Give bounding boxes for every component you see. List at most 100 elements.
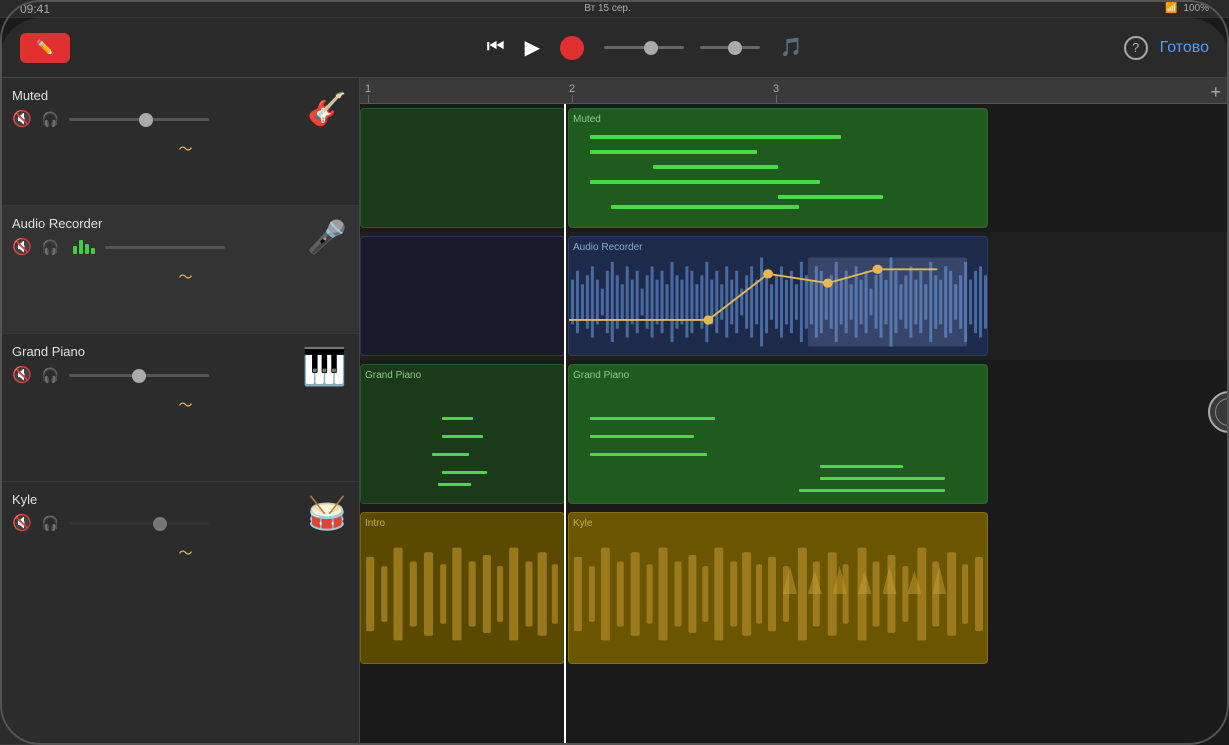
volume-slider-muted[interactable] (69, 118, 209, 121)
volume-slider-kyle[interactable] (69, 522, 209, 525)
sidebar: Muted 🔇 🎧 🎸 〜 (0, 78, 360, 745)
gp-segment-2[interactable]: Grand Piano (568, 364, 988, 504)
record-button[interactable] (560, 36, 584, 60)
guitar-icon: 🎸 (307, 91, 347, 127)
mode-button[interactable]: ✏️ (20, 33, 70, 63)
track-audio-controls: 🔇 🎧 (12, 237, 347, 257)
gp-midi-notes-1 (361, 381, 564, 501)
wifi-icon: 📶 (1165, 3, 1177, 14)
audio-recorder-lane: Audio Recorder (360, 232, 1229, 360)
help-button[interactable]: ? (1124, 36, 1148, 60)
status-indicators: 📶 100% (1165, 3, 1209, 14)
main-content: Muted 🔇 🎧 🎸 〜 (0, 78, 1229, 745)
gp-note-9 (820, 465, 904, 468)
midi-note-3 (653, 165, 778, 169)
volume-slider-piano[interactable] (69, 374, 209, 377)
headphone-button-audio[interactable]: 🎧 (42, 239, 59, 256)
kyle-waveform-1 (361, 529, 564, 659)
date-display: Вт 15 сер. (584, 3, 631, 14)
automation-btn-muted[interactable]: 〜 (0, 135, 359, 165)
eq-bars-audio (73, 240, 95, 254)
vol-track-muted (69, 118, 209, 121)
drums-icon: 🥁 (307, 495, 347, 531)
gp-note-4 (442, 471, 487, 474)
play-button[interactable]: ▶ (525, 35, 540, 60)
ruler-marker-1: 1 (365, 83, 371, 95)
gp-segment-1[interactable]: Grand Piano (360, 364, 565, 504)
vol-track-audio[interactable] (105, 246, 225, 249)
midi-note-4 (590, 180, 820, 184)
tempo-control[interactable] (604, 46, 760, 49)
gp-note-6 (590, 417, 715, 420)
eq-bar-2 (79, 240, 83, 254)
muted-segment-1[interactable] (360, 108, 565, 228)
midi-note-2 (590, 150, 757, 154)
track-piano-instrument[interactable]: 🎹 (302, 346, 347, 388)
piano-icon: 🎹 (302, 346, 347, 387)
headphone-button-muted[interactable]: 🎧 (42, 111, 59, 128)
gp-midi-notes-2 (569, 381, 987, 501)
midi-note-6 (611, 205, 799, 209)
midi-note-1 (590, 135, 841, 139)
ruler-tick-2 (572, 95, 573, 103)
track-muted: Muted 🔇 🎧 🎸 〜 (0, 78, 359, 206)
kyle-waveform-2 (569, 529, 987, 659)
kyle-segment-1[interactable]: Intro (360, 512, 565, 664)
microphone-icon: 🎤 (307, 219, 347, 255)
automation-icon-kyle: 〜 (179, 543, 193, 563)
done-button[interactable]: Готово (1160, 39, 1209, 57)
mute-button-audio[interactable]: 🔇 (12, 237, 32, 257)
track-piano-name: Grand Piano (12, 344, 347, 359)
ruler-content: 1 2 3 (360, 78, 1229, 103)
tracks-scroll: Muted Audio Re (360, 104, 1229, 745)
toolbar-left: ✏️ (20, 33, 200, 63)
kyle-segment-2[interactable]: Kyle (568, 512, 988, 664)
transport-controls: ⏮ ▶ 🎵 (487, 35, 803, 60)
automation-btn-piano[interactable]: 〜 (0, 391, 359, 421)
gp-note-5 (438, 483, 470, 486)
mute-button-piano[interactable]: 🔇 (12, 365, 32, 385)
gp-note-1 (442, 417, 472, 420)
kyle-lane: Intro (360, 508, 1229, 668)
automation-icon-piano: 〜 (179, 395, 193, 415)
metronome-icon[interactable]: 🎵 (780, 37, 802, 58)
timeline-area: 1 2 3 + Muted (360, 78, 1229, 745)
vol-thumb-kyle (153, 517, 167, 531)
track-muted-instrument[interactable]: 🎸 (307, 90, 347, 128)
audio-segment-2[interactable]: Audio Recorder (568, 236, 988, 356)
headphone-button-piano[interactable]: 🎧 (42, 367, 59, 384)
gp-note-7 (590, 435, 695, 438)
headphone-button-kyle[interactable]: 🎧 (42, 515, 59, 532)
track-kyle-controls: 🔇 🎧 (12, 513, 347, 533)
automation-btn-kyle[interactable]: 〜 (0, 539, 359, 569)
help-label: ? (1132, 40, 1139, 55)
track-muted-name: Muted (12, 88, 347, 103)
vol-track-kyle (69, 522, 209, 525)
tempo-slider-track (604, 46, 684, 49)
automation-icon-audio: 〜 (179, 267, 193, 287)
automation-btn-audio[interactable]: 〜 (0, 263, 359, 293)
add-section-button[interactable]: + (1210, 82, 1221, 103)
audio-segment-1[interactable] (360, 236, 565, 356)
muted-segment-2[interactable]: Muted (568, 108, 988, 228)
gp-note-11 (799, 489, 945, 492)
rewind-button[interactable]: ⏮ (487, 36, 505, 59)
track-kyle-instrument[interactable]: 🥁 (307, 494, 347, 532)
kyle-waveform-svg-1 (361, 529, 564, 659)
midi-note-5 (778, 195, 883, 199)
tempo-slider2-thumb (728, 41, 742, 55)
eq-bar-1 (73, 246, 77, 254)
pencil-icon: ✏️ (36, 39, 53, 56)
muted-midi-notes (569, 125, 987, 225)
track-audio-instrument[interactable]: 🎤 (307, 218, 347, 256)
mute-button-muted[interactable]: 🔇 (12, 109, 32, 129)
track-audio-recorder: Audio Recorder 🔇 🎧 🎤 (0, 206, 359, 334)
timeline-ruler: 1 2 3 + (360, 78, 1229, 104)
ruler-tick-3 (776, 95, 777, 103)
tempo-slider2 (700, 46, 760, 49)
gp-note-10 (820, 477, 945, 480)
mute-button-kyle[interactable]: 🔇 (12, 513, 32, 533)
vol-thumb-muted (139, 113, 153, 127)
audio-waveform (569, 253, 987, 351)
toolbar-right: ? Готово (1089, 36, 1209, 60)
